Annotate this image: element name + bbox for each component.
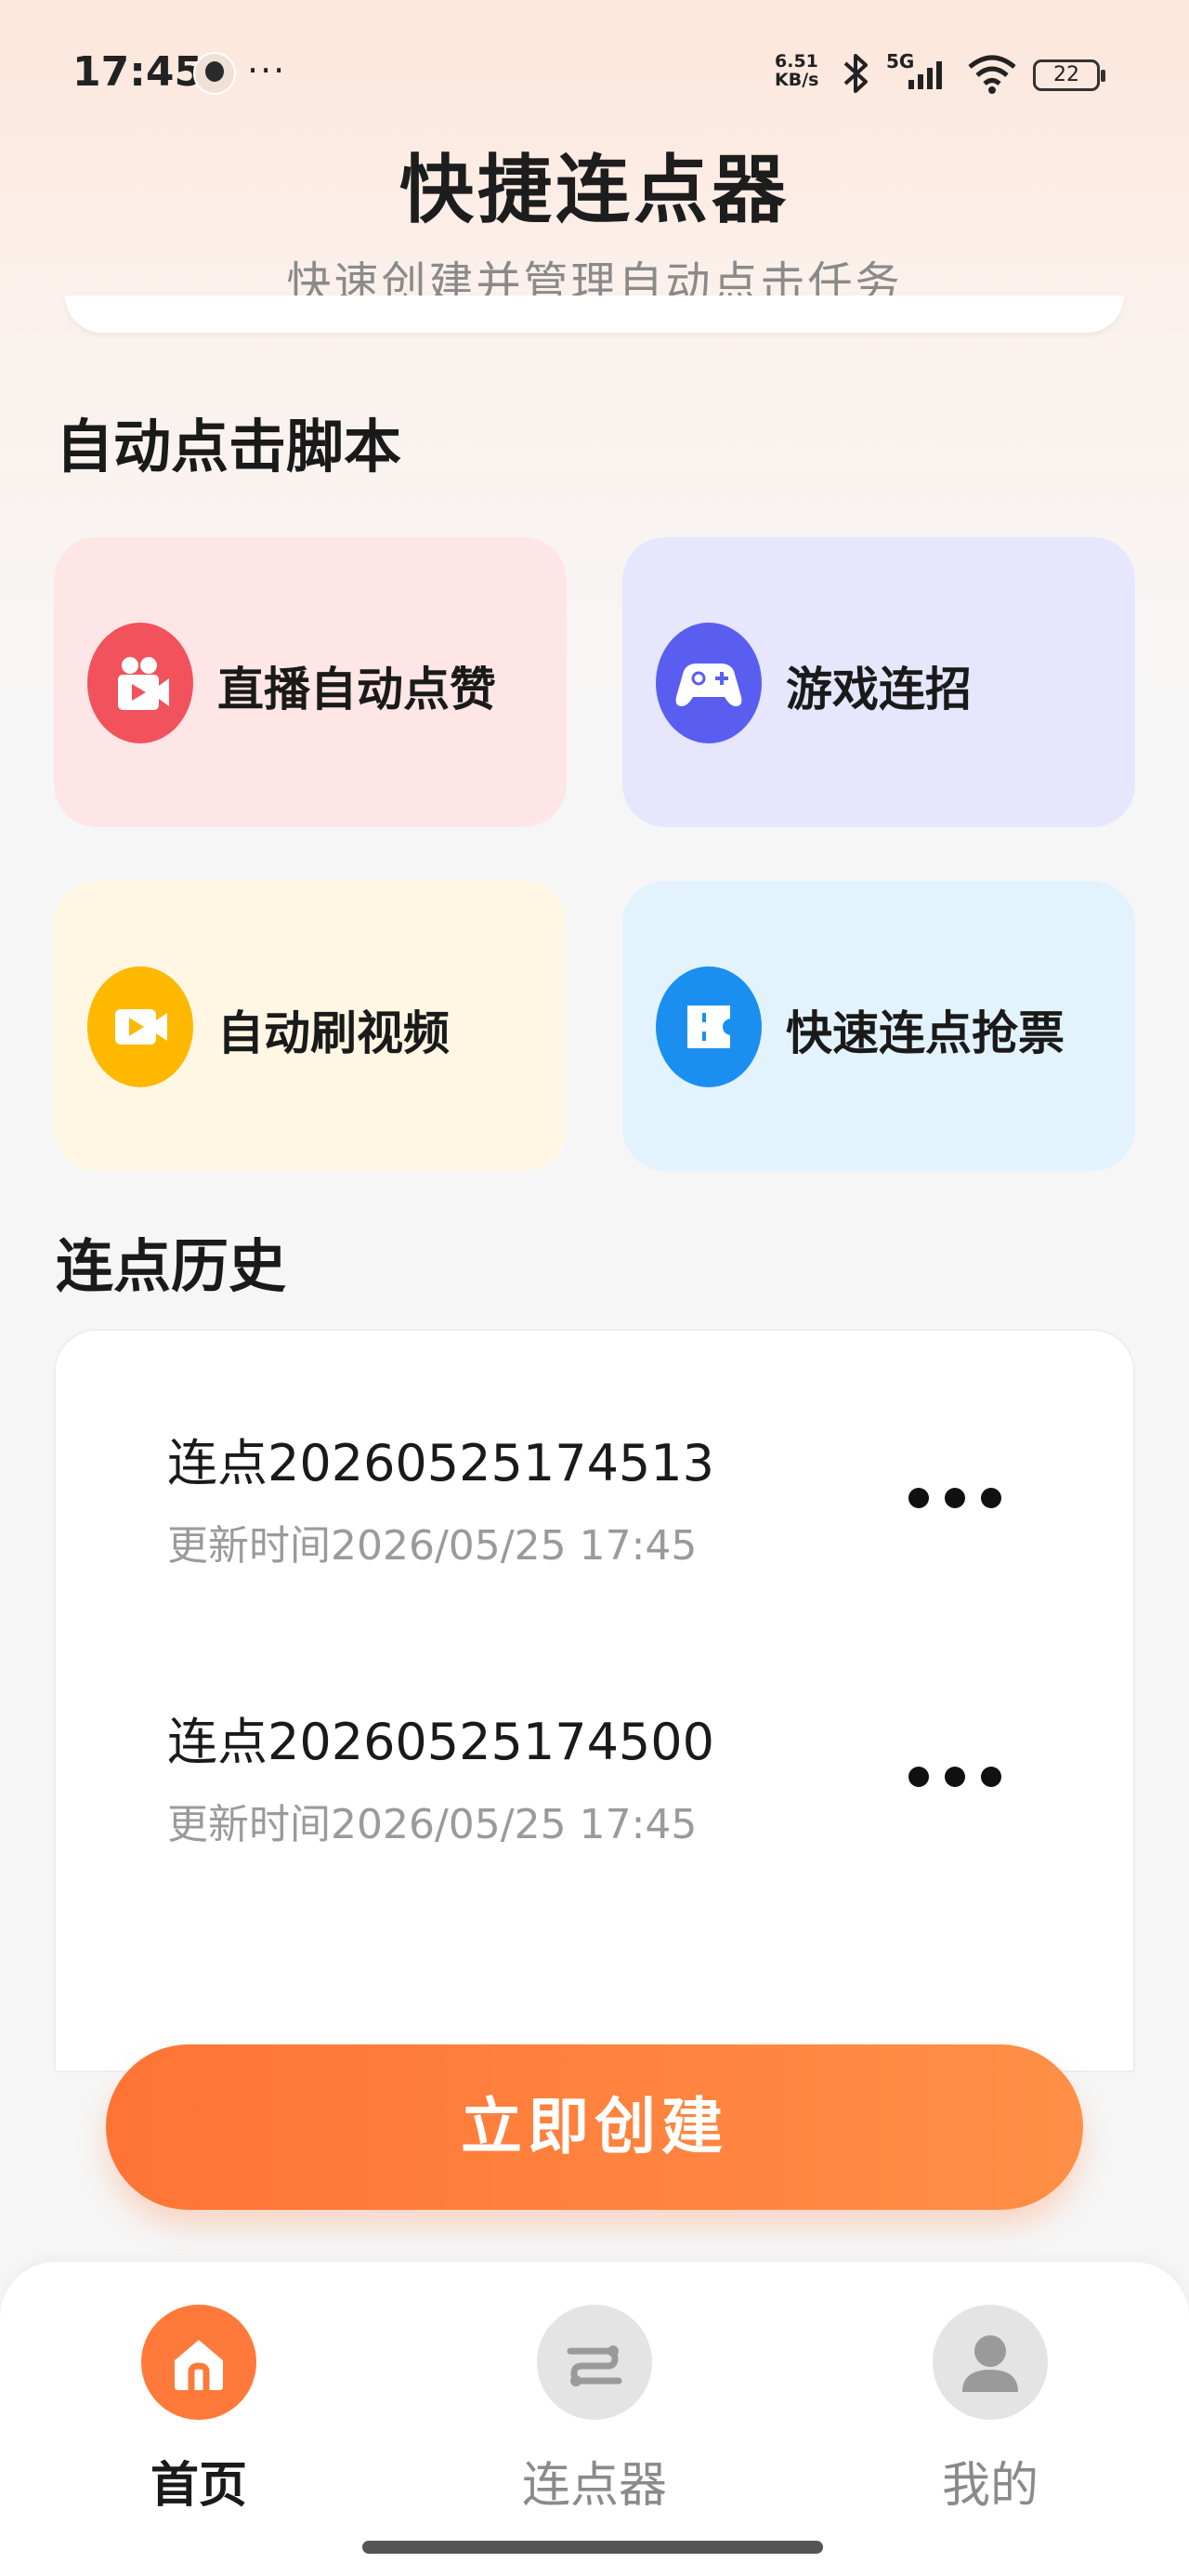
- network-speed-unit: KB/s: [775, 70, 819, 90]
- battery-icon: 22: [1033, 59, 1105, 91]
- page-title: 快捷连点器: [399, 147, 790, 233]
- tab-label: 首页: [150, 2458, 247, 2514]
- network-speed: 6.51 KB/s: [775, 52, 818, 89]
- tab-label: 连点器: [521, 2458, 667, 2514]
- history-item-name: 连点20260525174500: [167, 1713, 714, 1771]
- script-card-live-like[interactable]: 直播自动点赞: [54, 537, 567, 827]
- gamepad-icon: [656, 623, 762, 743]
- history-item[interactable]: 连点20260525174513 更新时间2026/05/25 17:45: [167, 1422, 714, 1571]
- scripts-section-title: 自动点击脚本: [56, 413, 402, 480]
- notification-avatar-icon: [193, 52, 236, 95]
- script-card-label: 游戏连招: [786, 663, 972, 716]
- video-play-icon: [87, 966, 193, 1087]
- home-icon: [141, 2305, 256, 2420]
- history-item-more-button[interactable]: [908, 1479, 1001, 1517]
- network-speed-value: 6.51: [775, 51, 818, 72]
- script-card-label: 快速连点抢票: [786, 1006, 1065, 1060]
- script-card-auto-video[interactable]: 自动刷视频: [54, 881, 567, 1171]
- more-dot-icon: [945, 1488, 965, 1508]
- cellular-signal-icon: [908, 61, 942, 89]
- clicker-icon: [537, 2305, 652, 2420]
- tab-clicker[interactable]: 连点器: [474, 2305, 715, 2516]
- script-card-game-combo[interactable]: 游戏连招: [622, 537, 1135, 827]
- script-card-label: 自动刷视频: [217, 1006, 450, 1060]
- history-item-time: 更新时间2026/05/25 17:45: [167, 1522, 698, 1570]
- history-item-name: 连点20260525174513: [167, 1434, 714, 1492]
- more-dot-icon: [981, 1488, 1001, 1508]
- script-card-label: 直播自动点赞: [217, 663, 496, 716]
- history-list: 连点20260525174513 更新时间2026/05/25 17:45 连点…: [54, 1329, 1135, 2072]
- history-item-more-button[interactable]: [908, 1758, 1001, 1795]
- more-dot-icon: [981, 1767, 1001, 1787]
- live-camera-icon: [87, 623, 193, 743]
- home-indicator[interactable]: [362, 2541, 823, 2554]
- header-card: [65, 296, 1124, 333]
- history-section-title: 连点历史: [56, 1232, 287, 1300]
- more-dot-icon: [908, 1767, 929, 1787]
- bottom-tab-bar: 首页 连点器 我的: [0, 2262, 1189, 2576]
- script-card-ticket[interactable]: 快速连点抢票: [622, 881, 1135, 1171]
- more-notifications-icon: ···: [247, 50, 287, 91]
- ticket-icon: [656, 966, 762, 1087]
- more-dot-icon: [945, 1767, 965, 1787]
- status-time: 17:45: [72, 48, 203, 96]
- tab-home[interactable]: 首页: [78, 2305, 320, 2516]
- tab-mine[interactable]: 我的: [869, 2305, 1111, 2516]
- user-icon: [933, 2305, 1048, 2420]
- wifi-icon: [968, 55, 1016, 94]
- history-item-time: 更新时间2026/05/25 17:45: [167, 1801, 698, 1848]
- create-now-button[interactable]: 立即创建: [106, 2044, 1083, 2210]
- status-bar: 17:45 ··· 6.51 KB/s 5G 22: [0, 0, 1189, 149]
- history-item[interactable]: 连点20260525174500 更新时间2026/05/25 17:45: [167, 1701, 714, 1850]
- tab-label: 我的: [941, 2458, 1039, 2514]
- bluetooth-icon: [843, 54, 868, 93]
- more-dot-icon: [908, 1488, 929, 1508]
